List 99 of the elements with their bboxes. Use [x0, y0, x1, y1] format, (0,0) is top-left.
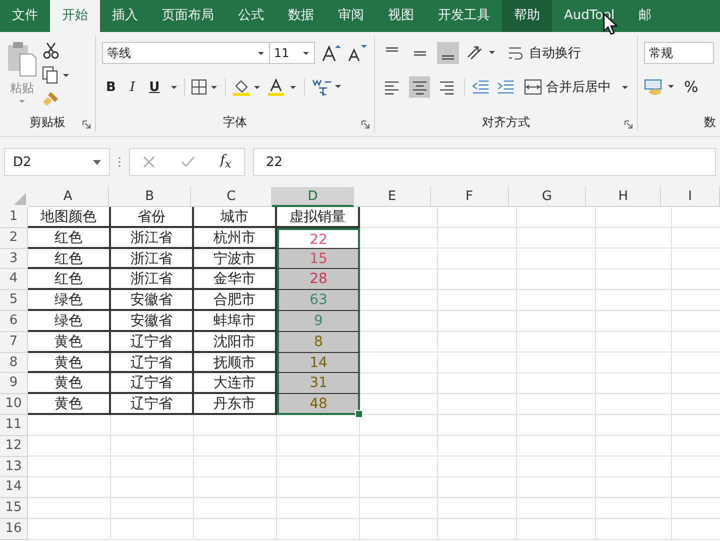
table-cell: 9	[277, 310, 360, 332]
table-cell: 黄色	[28, 373, 111, 394]
table-cell: 14	[277, 352, 360, 374]
bold-button[interactable]: B	[102, 80, 120, 94]
formula-input[interactable]: 22	[253, 148, 716, 176]
underline-button[interactable]: U	[145, 80, 164, 94]
table-cell: 城市	[194, 207, 277, 228]
decrease-font-size-icon[interactable]	[347, 44, 367, 62]
ribbon-tab[interactable]: 视图	[376, 0, 426, 32]
row-header[interactable]: 4	[0, 269, 28, 290]
increase-font-size-icon[interactable]	[321, 44, 341, 62]
table-cell: 15	[277, 248, 360, 270]
grip-icon	[118, 156, 121, 168]
number-format-dropdown[interactable]: 常规	[644, 42, 714, 64]
group-label: 剪贴板	[30, 114, 66, 130]
ribbon-tab[interactable]: 邮	[626, 0, 664, 32]
ribbon-tab[interactable]: 公式	[226, 0, 276, 32]
group-label: 数	[704, 114, 716, 130]
row-header[interactable]: 7	[0, 332, 28, 353]
dialog-launcher-icon[interactable]	[82, 120, 91, 129]
row-header[interactable]: 8	[0, 352, 28, 374]
horizontal-align-icon[interactable]	[408, 76, 430, 98]
increase-indent-icon[interactable]	[496, 78, 516, 96]
table-cell: 48	[277, 394, 360, 415]
copy-icon[interactable]	[42, 66, 70, 84]
row-header[interactable]: 6	[0, 310, 28, 332]
ribbon-tab[interactable]: 文件	[0, 0, 50, 32]
table-cell: 辽宁省	[111, 352, 194, 374]
row-header[interactable]: 13	[0, 456, 28, 478]
table-cell: 地图颜色	[28, 207, 111, 228]
table-cell: 虚拟销量	[277, 207, 360, 228]
table-cell: 浙江省	[111, 248, 194, 270]
scissors-icon[interactable]	[42, 42, 60, 60]
name-box[interactable]: D2	[4, 148, 110, 176]
table-cell: 黄色	[28, 332, 111, 353]
table-cell: 浙江省	[111, 269, 194, 290]
column-header[interactable]: D	[272, 187, 354, 207]
ribbon-tab[interactable]: 审阅	[326, 0, 376, 32]
table-cell: 31	[277, 373, 360, 394]
table-cell: 省份	[111, 207, 194, 228]
dialog-launcher-icon[interactable]	[361, 120, 370, 129]
vertical-align-icon[interactable]	[437, 42, 459, 64]
ribbon-tab[interactable]: 开发工具	[426, 0, 502, 32]
table-cell: 红色	[28, 269, 111, 290]
phonetic-guide-icon[interactable]	[310, 77, 343, 97]
row-header[interactable]: 10	[0, 394, 28, 415]
dialog-launcher-icon[interactable]	[624, 120, 633, 129]
table-cell: 红色	[28, 248, 111, 270]
font-size-dropdown[interactable]: 11	[269, 42, 315, 64]
table-cell: 黄色	[28, 394, 111, 415]
row-header[interactable]: 2	[0, 228, 28, 249]
ribbon-tab[interactable]: 页面布局	[150, 0, 226, 32]
fill-color-icon[interactable]	[232, 78, 262, 96]
borders-icon[interactable]	[190, 79, 219, 95]
font-color-icon[interactable]	[268, 78, 298, 96]
row-header[interactable]: 12	[0, 436, 28, 457]
row-header[interactable]: 15	[0, 498, 28, 519]
table-cell: 浙江省	[111, 228, 194, 249]
row-header[interactable]: 3	[0, 248, 28, 270]
table-cell: 辽宁省	[111, 373, 194, 394]
caret-icon[interactable]	[257, 50, 265, 56]
table-cell: 安徽省	[111, 290, 194, 311]
table-cell: 辽宁省	[111, 332, 194, 353]
caret-icon[interactable]	[170, 84, 178, 90]
table-cell: 8	[277, 332, 360, 353]
group-label: 对齐方式	[482, 114, 530, 130]
ribbon-tab[interactable]: 开始	[50, 0, 100, 32]
caret-icon[interactable]	[302, 50, 310, 56]
ribbon-tab[interactable]: 插入	[100, 0, 150, 32]
italic-button[interactable]: I	[126, 80, 140, 94]
check-icon[interactable]	[180, 156, 195, 168]
group-label: 字体	[223, 114, 247, 130]
merge-and-center-button[interactable]: 合并后居中	[522, 77, 632, 97]
table-cell: 28	[277, 269, 360, 290]
ribbon-tab[interactable]: 帮助	[502, 0, 552, 32]
format-painter-icon[interactable]	[42, 90, 60, 108]
font-name-dropdown[interactable]: 等线	[102, 42, 270, 64]
table-cell: 红色	[28, 228, 111, 249]
fill-handle[interactable]	[355, 410, 363, 418]
merge-cells-icon[interactable]	[524, 78, 542, 96]
percent-button[interactable]: %	[684, 78, 698, 96]
decrease-indent-icon[interactable]	[470, 78, 490, 96]
row-header[interactable]: 5	[0, 290, 28, 311]
table-cell: 黄色	[28, 352, 111, 374]
insert-function-button[interactable]: f$_{x}$	[220, 153, 232, 171]
table-cell: 绿色	[28, 310, 111, 332]
ribbon-tab[interactable]: 数据	[276, 0, 326, 32]
row-header[interactable]: 9	[0, 373, 28, 394]
row-header[interactable]: 16	[0, 518, 28, 540]
table-cell: 杭州市	[194, 228, 277, 249]
wrap-text-button[interactable]: 自动换行	[505, 43, 583, 63]
row-header[interactable]: 1	[0, 207, 28, 228]
table-cell: 63	[277, 290, 360, 311]
row-header[interactable]: 11	[0, 414, 28, 436]
table-cell: 辽宁省	[111, 394, 194, 415]
row-header[interactable]: 14	[0, 477, 28, 498]
table-cell: 绿色	[28, 290, 111, 311]
table-cell: 安徽省	[111, 310, 194, 332]
caret-icon[interactable]	[93, 160, 101, 164]
